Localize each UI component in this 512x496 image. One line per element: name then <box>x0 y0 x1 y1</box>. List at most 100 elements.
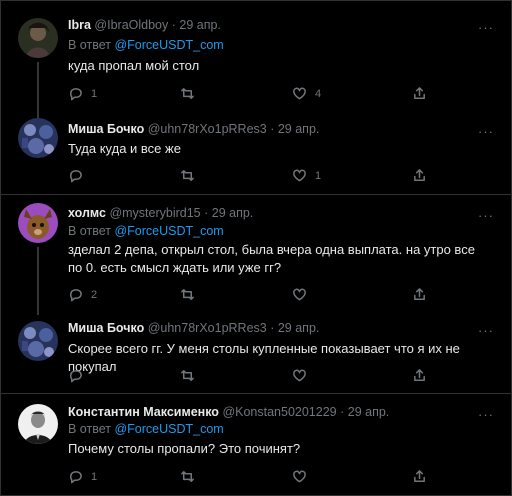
share-button[interactable] <box>412 368 427 383</box>
retweet-icon <box>181 170 194 181</box>
avatar[interactable] <box>18 203 58 243</box>
heart-icon <box>293 169 306 182</box>
tweet-header: Миша Бочко @uhn78rXo1pRRes3 · 29 апр. <box>68 321 472 335</box>
tweet-date[interactable]: · 29 апр. <box>204 206 253 220</box>
share-icon <box>414 470 425 482</box>
thread-line <box>37 247 39 315</box>
tweet-date[interactable]: · 29 апр. <box>270 321 319 335</box>
reply-icon <box>69 170 82 183</box>
tweet-header: холмс @mysterybird15 · 29 апр. <box>68 206 472 220</box>
more-options-icon[interactable]: ··· <box>478 323 494 338</box>
author-name[interactable]: Миша Бочко <box>68 122 144 136</box>
author-name[interactable]: Константин Максименко <box>68 405 219 419</box>
like-button[interactable] <box>292 469 315 484</box>
retweet-button[interactable] <box>180 168 203 183</box>
retweet-button[interactable] <box>180 287 203 302</box>
reply-to-link[interactable]: @ForceUSDT_com <box>114 38 223 52</box>
share-button[interactable] <box>412 168 427 183</box>
tweet-text: Почему столы пропали? Это починят? <box>68 441 301 456</box>
reply-prefix: В ответ <box>68 38 111 52</box>
tweet-date[interactable]: · 29 апр. <box>172 18 221 32</box>
reply-prefix: В ответ <box>68 422 111 436</box>
share-icon <box>414 169 425 181</box>
like-button[interactable]: 4 <box>292 86 321 101</box>
reply-icon <box>69 88 82 101</box>
reply-icon <box>69 471 82 484</box>
reply-to-link[interactable]: @ForceUSDT_com <box>114 224 223 238</box>
reply-to-line: В ответ @ForceUSDT_com <box>68 224 224 238</box>
reply-to-line: В ответ @ForceUSDT_com <box>68 38 224 52</box>
reply-icon <box>69 289 82 302</box>
tweet-3[interactable]: холмс @mysterybird15 · 29 апр. ··· В отв… <box>0 195 512 315</box>
reply-to-line: В ответ @ForceUSDT_com <box>68 422 224 436</box>
like-button[interactable]: 1 <box>292 168 321 183</box>
reply-count: 2 <box>91 288 98 301</box>
author-name[interactable]: Миша Бочко <box>68 321 144 335</box>
reply-button[interactable] <box>68 168 91 183</box>
retweet-icon <box>181 88 194 99</box>
tweet-actions <box>68 368 428 384</box>
tweet-4[interactable]: Миша Бочко @uhn78rXo1pRRes3 · 29 апр. ··… <box>0 309 512 393</box>
retweet-button[interactable] <box>180 368 203 383</box>
avatar[interactable] <box>18 404 58 444</box>
reply-button[interactable] <box>68 368 91 383</box>
author-handle[interactable]: @Konstan50201229 <box>222 405 336 419</box>
avatar[interactable] <box>18 321 58 361</box>
heart-icon <box>293 470 306 483</box>
reply-button[interactable]: 1 <box>68 86 97 101</box>
share-icon <box>414 87 425 99</box>
reply-button[interactable]: 1 <box>68 469 97 484</box>
more-options-icon[interactable]: ··· <box>478 124 494 139</box>
retweet-button[interactable] <box>180 469 203 484</box>
more-options-icon[interactable]: ··· <box>478 20 494 35</box>
heart-icon <box>293 87 306 100</box>
reply-button[interactable]: 2 <box>68 287 97 302</box>
like-count: 1 <box>315 169 322 182</box>
tweet-header: Ibra @IbraOldboy · 29 апр. <box>68 18 472 32</box>
like-button[interactable] <box>292 287 315 302</box>
avatar[interactable] <box>18 118 58 158</box>
tweet-1[interactable]: Ibra @IbraOldboy · 29 апр. ··· В ответ @… <box>0 0 512 118</box>
thread-line <box>37 62 39 118</box>
author-name[interactable]: холмс <box>68 206 106 220</box>
author-handle[interactable]: @uhn78rXo1pRRes3 <box>148 321 267 335</box>
reply-icon <box>69 370 82 383</box>
tweet-5[interactable]: Константин Максименко @Konstan50201229 ·… <box>0 394 512 494</box>
heart-icon <box>293 369 306 382</box>
tweet-text: куда пропал мой стол <box>68 58 200 73</box>
tweet-actions: 1 4 <box>68 86 428 102</box>
tweet-text: Туда куда и все же <box>68 141 181 156</box>
reply-to-link[interactable]: @ForceUSDT_com <box>114 422 223 436</box>
retweet-button[interactable] <box>180 86 203 101</box>
more-options-icon[interactable]: ··· <box>478 407 494 422</box>
retweet-icon <box>181 370 194 381</box>
reply-prefix: В ответ <box>68 224 111 238</box>
tweet-text: зделал 2 депа, открыл стол, была вчера о… <box>68 242 475 275</box>
retweet-icon <box>181 471 194 482</box>
tweet-actions: 1 <box>68 469 428 485</box>
author-name[interactable]: Ibra <box>68 18 91 32</box>
tweet-2[interactable]: Миша Бочко @uhn78rXo1pRRes3 · 29 апр. ··… <box>0 112 512 194</box>
share-button[interactable] <box>412 469 427 484</box>
author-handle[interactable]: @uhn78rXo1pRRes3 <box>148 122 267 136</box>
share-button[interactable] <box>412 86 427 101</box>
heart-icon <box>293 288 306 301</box>
avatar[interactable] <box>18 18 58 58</box>
tweet-date[interactable]: · 29 апр. <box>270 122 319 136</box>
tweet-actions: 2 <box>68 287 428 303</box>
like-count: 4 <box>315 87 322 100</box>
like-button[interactable] <box>292 368 315 383</box>
author-handle[interactable]: @IbraOldboy <box>94 18 168 32</box>
retweet-icon <box>181 289 194 300</box>
tweet-date[interactable]: · 29 апр. <box>340 405 389 419</box>
tweet-header: Константин Максименко @Konstan50201229 ·… <box>68 405 472 419</box>
share-icon <box>414 288 425 300</box>
tweet-actions: 1 <box>68 168 428 184</box>
tweet-header: Миша Бочко @uhn78rXo1pRRes3 · 29 апр. <box>68 122 472 136</box>
reply-count: 1 <box>91 470 98 483</box>
reply-count: 1 <box>91 87 98 100</box>
share-icon <box>414 369 425 381</box>
author-handle[interactable]: @mysterybird15 <box>109 206 200 220</box>
share-button[interactable] <box>412 287 427 302</box>
more-options-icon[interactable]: ··· <box>478 208 494 223</box>
